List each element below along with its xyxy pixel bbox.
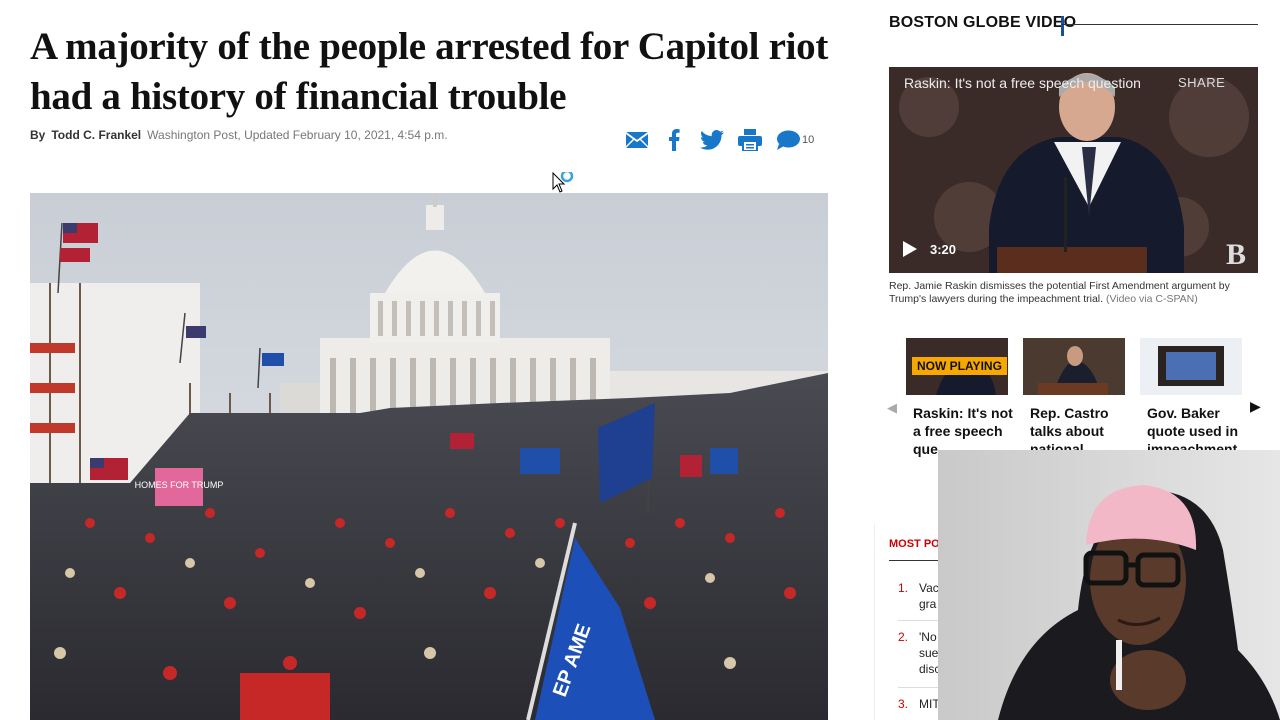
most-popular-number-1: 1.	[898, 581, 909, 595]
video-caption: Rep. Jamie Raskin dismisses the potentia…	[889, 280, 1261, 306]
comment-count[interactable]: 10	[802, 134, 814, 146]
video-title[interactable]: Raskin: It's not a free speech question	[904, 75, 1141, 91]
hero-sign-text: HOMES FOR TRUMP	[135, 480, 224, 490]
most-popular-item-3[interactable]: MIT	[919, 696, 940, 712]
twitter-icon[interactable]	[699, 128, 725, 152]
article-meta: Washington Post, Updated February 10, 20…	[147, 128, 448, 142]
video-duration: 3:20	[930, 242, 957, 257]
webcam-overlay	[938, 450, 1280, 720]
email-icon[interactable]	[624, 128, 650, 152]
article-headline: A majority of the people arrested for Ca…	[30, 25, 829, 118]
carousel-next-icon[interactable]: ▶	[1250, 398, 1261, 415]
facebook-icon[interactable]	[664, 128, 684, 152]
video-thumb-2[interactable]	[1023, 338, 1125, 395]
most-popular-item-2[interactable]: 'No sue disc	[919, 629, 940, 677]
thumb-title-2[interactable]: Rep. Castro talks about national	[1030, 404, 1130, 450]
video-share-button[interactable]: SHARE	[1178, 75, 1225, 90]
video-thumb-3[interactable]	[1140, 338, 1242, 395]
now-playing-badge: NOW PLAYING	[912, 357, 1007, 375]
carousel-prev-icon[interactable]: ◀	[887, 400, 897, 416]
comment-icon[interactable]	[775, 128, 801, 152]
hero-image-capitol: HOMES FOR TRUMP EP AME	[30, 193, 828, 720]
author-link[interactable]: Todd C. Frankel	[51, 128, 141, 142]
most-popular-number-2: 2.	[898, 630, 909, 644]
print-icon[interactable]	[737, 128, 763, 152]
most-popular-number-3: 3.	[898, 697, 909, 711]
most-popular-item-1[interactable]: Vac gra	[919, 580, 939, 612]
video-credit: (Video via C-SPAN)	[1105, 293, 1198, 305]
byline-by: By	[30, 128, 46, 142]
boston-globe-logo: B	[1226, 238, 1247, 271]
section-accent-bar	[1061, 16, 1064, 36]
thumb-title-3[interactable]: Gov. Baker quote used in impeachment	[1147, 404, 1247, 450]
section-rule	[1062, 24, 1258, 25]
play-icon[interactable]	[902, 240, 918, 263]
byline: By Todd C. Frankel Washington Post, Update…	[30, 128, 448, 142]
section-title-boston-globe-video: BOSTON GLOBE VIDEO	[889, 14, 1077, 31]
